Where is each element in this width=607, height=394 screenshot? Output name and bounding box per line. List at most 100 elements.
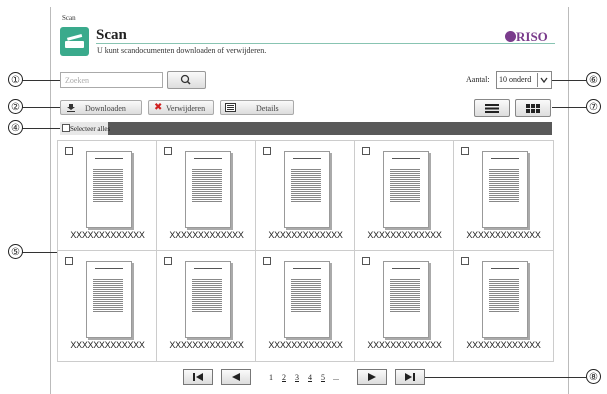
file-tile[interactable]: XXXXXXXXXXXXX	[256, 251, 355, 361]
thumb-text	[489, 168, 519, 202]
page-title: Scan	[96, 27, 127, 43]
thumb-text	[291, 168, 321, 202]
file-checkbox[interactable]	[362, 257, 370, 265]
file-grid: XXXXXXXXXXXXX XXXXXXXXXXXXX XXXXXXXXXXXXX X…	[57, 140, 554, 362]
callout-8: ⑧	[586, 369, 601, 384]
file-name: XXXXXXXXXXXXX	[466, 340, 541, 350]
file-name: XXXXXXXXXXXXX	[70, 230, 145, 240]
prev-page-icon	[232, 373, 240, 381]
file-checkbox[interactable]	[164, 257, 172, 265]
count-label: Aantal:	[466, 75, 490, 84]
select-all-checkbox[interactable]	[62, 124, 70, 132]
file-tile[interactable]: XXXXXXXXXXXXX	[454, 141, 553, 251]
page-ellipsis: ...	[333, 373, 339, 382]
page-1: 1	[269, 373, 273, 382]
file-checkbox[interactable]	[65, 257, 73, 265]
details-list-icon	[225, 103, 236, 112]
callout-7: ⑦	[586, 99, 601, 114]
file-thumbnail[interactable]	[185, 261, 231, 338]
file-checkbox[interactable]	[461, 257, 469, 265]
chevron-down-icon	[537, 73, 550, 87]
grid-view-icon	[526, 104, 540, 113]
thumb-text	[390, 278, 420, 312]
file-name: XXXXXXXXXXXXX	[367, 340, 442, 350]
file-tile[interactable]: XXXXXXXXXXXXX	[58, 141, 157, 251]
file-name: XXXXXXXXXXXXX	[70, 340, 145, 350]
thumbnail-view-button[interactable]	[515, 99, 551, 117]
brand-mark-icon	[505, 31, 516, 42]
selection-bar	[60, 122, 552, 135]
scanner-icon	[60, 27, 89, 56]
list-view-button[interactable]	[474, 99, 510, 117]
download-button[interactable]: Downloaden	[60, 100, 142, 115]
page-subtitle: U kunt scandocumenten downloaden of verw…	[97, 46, 267, 55]
file-tile[interactable]: XXXXXXXXXXXXX	[355, 141, 454, 251]
next-page-icon	[368, 373, 376, 381]
first-page-button[interactable]	[183, 369, 213, 385]
file-thumbnail[interactable]	[284, 261, 330, 338]
callout-line-5	[22, 252, 57, 253]
callout-line-2	[22, 107, 60, 108]
callout-line-7	[552, 107, 586, 108]
search-button[interactable]	[167, 71, 206, 89]
title-divider	[96, 43, 555, 44]
details-label: Details	[256, 104, 279, 113]
search-input[interactable]	[60, 72, 163, 88]
file-name: XXXXXXXXXXXXX	[169, 230, 244, 240]
file-tile[interactable]: XXXXXXXXXXXXX	[157, 251, 256, 361]
page-4-link[interactable]: 4	[308, 373, 312, 382]
delete-label: Verwijderen	[166, 104, 206, 113]
file-tile[interactable]: XXXXXXXXXXXXX	[256, 141, 355, 251]
thumb-text	[93, 278, 123, 312]
callout-line-4	[22, 128, 60, 129]
thumb-text	[489, 278, 519, 312]
details-button[interactable]: Details	[220, 100, 294, 115]
next-page-button[interactable]	[357, 369, 387, 385]
file-thumbnail[interactable]	[383, 261, 429, 338]
file-tile[interactable]: XXXXXXXXXXXXX	[157, 141, 256, 251]
count-select[interactable]: 10 onderd	[496, 71, 552, 89]
breadcrumb: Scan	[62, 14, 76, 22]
file-checkbox[interactable]	[263, 147, 271, 155]
thumb-header	[392, 268, 420, 269]
file-tile[interactable]: XXXXXXXXXXXXX	[454, 251, 553, 361]
callout-2: ②	[8, 99, 23, 114]
file-checkbox[interactable]	[461, 147, 469, 155]
file-tile[interactable]: XXXXXXXXXXXXX	[355, 251, 454, 361]
last-page-button[interactable]	[395, 369, 425, 385]
file-thumbnail[interactable]	[383, 151, 429, 228]
first-page-icon	[193, 373, 203, 381]
file-tile[interactable]: XXXXXXXXXXXXX	[58, 251, 157, 361]
file-checkbox[interactable]	[65, 147, 73, 155]
thumb-header	[491, 268, 519, 269]
thumb-header	[194, 268, 222, 269]
callout-line-1	[22, 80, 60, 81]
file-thumbnail[interactable]	[185, 151, 231, 228]
delete-button[interactable]: ✖ Verwijderen	[148, 100, 214, 115]
download-icon	[67, 104, 75, 112]
prev-page-button[interactable]	[221, 369, 251, 385]
file-thumbnail[interactable]	[86, 151, 132, 228]
file-name: XXXXXXXXXXXXX	[268, 340, 343, 350]
file-checkbox[interactable]	[164, 147, 172, 155]
file-thumbnail[interactable]	[284, 151, 330, 228]
thumb-text	[192, 168, 222, 202]
count-value: 10 onderd	[499, 75, 532, 84]
file-thumbnail[interactable]	[482, 151, 528, 228]
file-name: XXXXXXXXXXXXX	[466, 230, 541, 240]
callout-line-8	[425, 377, 586, 378]
page-5-link[interactable]: 5	[321, 373, 325, 382]
callout-1: ①	[8, 72, 23, 87]
file-thumbnail[interactable]	[482, 261, 528, 338]
thumb-header	[95, 268, 123, 269]
page-2-link[interactable]: 2	[282, 373, 286, 382]
file-checkbox[interactable]	[263, 257, 271, 265]
file-thumbnail[interactable]	[86, 261, 132, 338]
page-3-link[interactable]: 3	[295, 373, 299, 382]
last-page-icon	[405, 373, 415, 381]
download-label: Downloaden	[85, 104, 126, 113]
select-all-label: Selecteer alles	[70, 125, 111, 133]
thumb-header	[293, 268, 321, 269]
file-checkbox[interactable]	[362, 147, 370, 155]
list-view-icon	[485, 104, 499, 113]
